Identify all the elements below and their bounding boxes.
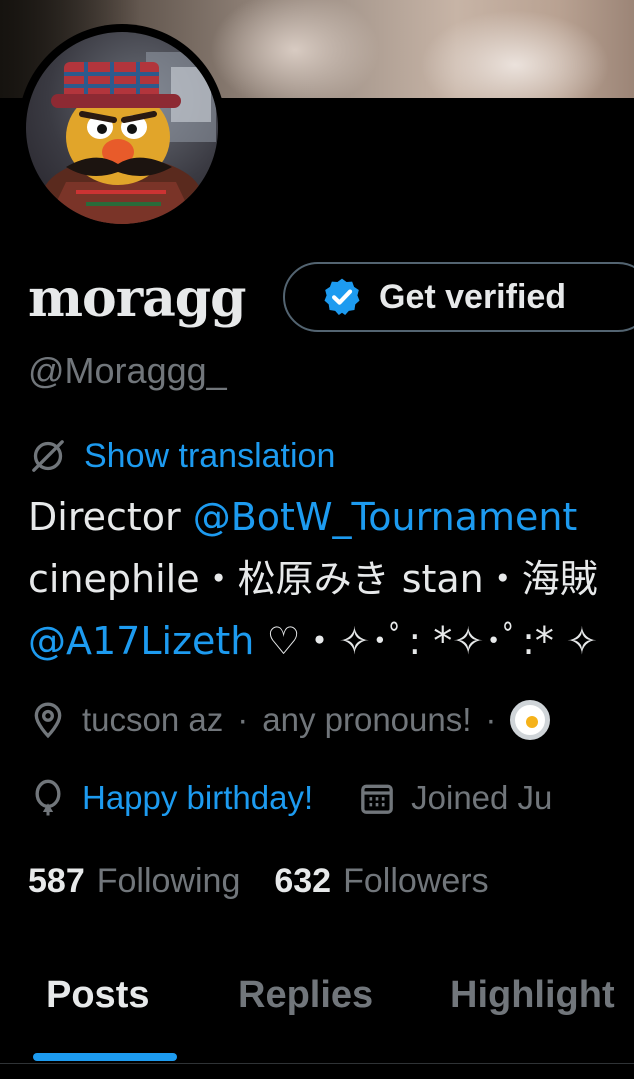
tab-highlights[interactable]: Highlight bbox=[450, 974, 615, 1017]
bio-mention-link[interactable]: @BotW_Tournament bbox=[193, 495, 578, 539]
avatar-puppet-illustration bbox=[42, 52, 216, 224]
get-verified-button[interactable]: Get verified bbox=[283, 262, 634, 332]
avatar-image bbox=[26, 32, 218, 224]
joined-text: Joined Ju bbox=[411, 779, 553, 816]
bio-line-3: @A17Lizeth ♡・✧･ﾟ: *✧･ﾟ:* ✧ bbox=[28, 618, 598, 664]
verified-check-icon bbox=[324, 278, 360, 316]
translate-icon bbox=[32, 440, 64, 472]
location-icon bbox=[34, 702, 62, 739]
user-handle: @Moraggg_ bbox=[28, 350, 227, 391]
followers-link[interactable]: 632 Followers bbox=[274, 862, 488, 901]
balloon-icon bbox=[35, 779, 61, 816]
get-verified-label: Get verified bbox=[379, 277, 567, 316]
bio-line-1: Director @BotW_Tournament bbox=[28, 494, 577, 540]
banner-highlight bbox=[420, 10, 610, 98]
show-translation-label: Show translation bbox=[84, 436, 336, 475]
bio-text: cinephile・松原みき stan・海賊 bbox=[28, 557, 598, 601]
separator-dot: · bbox=[485, 701, 497, 738]
followers-count: 632 bbox=[274, 862, 332, 900]
bio-mention-link[interactable]: @A17Lizeth bbox=[28, 619, 254, 663]
follow-stats: 587 Following 632 Followers bbox=[28, 862, 489, 901]
following-link[interactable]: 587 Following bbox=[28, 862, 240, 901]
pronouns-text: any pronouns! bbox=[262, 701, 472, 738]
profile-meta-row: Happy birthday! Joined Ju bbox=[28, 778, 552, 818]
show-translation-link[interactable]: Show translation bbox=[28, 436, 335, 476]
display-name: moragg bbox=[28, 268, 247, 329]
profile-meta-row: tucson az · any pronouns! · bbox=[28, 700, 551, 740]
egg-emoji-icon bbox=[510, 700, 551, 740]
bio-line-2: cinephile・松原みき stan・海賊 bbox=[28, 556, 598, 602]
bio-text: ♡・✧･ﾟ: *✧･ﾟ:* ✧ bbox=[254, 619, 598, 663]
profile-tabs: Posts Replies Highlight bbox=[0, 960, 634, 1066]
tab-replies[interactable]: Replies bbox=[238, 974, 373, 1017]
avatar[interactable] bbox=[18, 24, 226, 232]
following-label: Following bbox=[96, 862, 241, 900]
calendar-icon bbox=[361, 784, 393, 814]
birthday-text: Happy birthday! bbox=[82, 779, 314, 816]
following-count: 587 bbox=[28, 862, 85, 900]
followers-label: Followers bbox=[343, 862, 489, 900]
bio-text: Director bbox=[28, 495, 193, 539]
tab-posts[interactable]: Posts bbox=[46, 974, 149, 1017]
active-tab-indicator bbox=[33, 1053, 177, 1061]
banner-highlight bbox=[210, 0, 380, 98]
tabs-divider bbox=[0, 1063, 634, 1064]
separator-dot: · bbox=[237, 701, 249, 738]
location-text: tucson az bbox=[82, 701, 224, 738]
